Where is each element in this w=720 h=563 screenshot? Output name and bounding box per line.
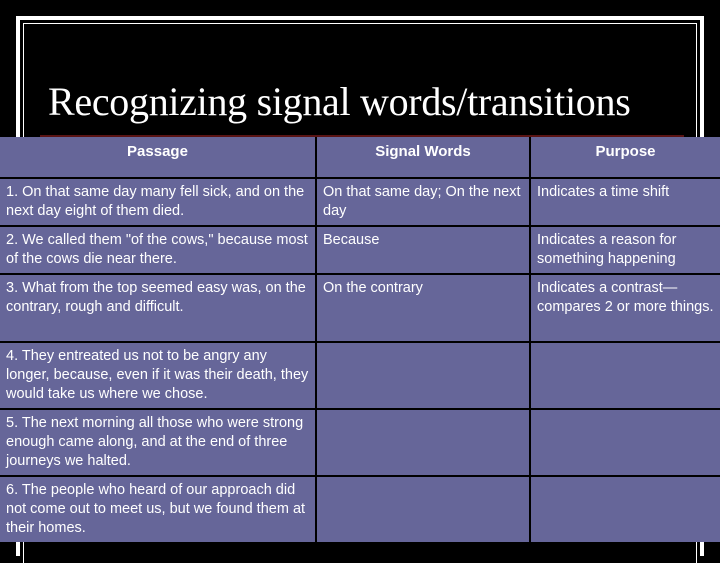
table-row: 2. We called them "of the cows," because… xyxy=(0,225,720,275)
purpose-cell: Indicates a time shift xyxy=(529,177,720,227)
signal-words-cell[interactable] xyxy=(315,408,531,477)
signal-words-cell[interactable] xyxy=(315,475,531,542)
passage-cell: 4. They entreated us not to be angry any… xyxy=(0,341,317,410)
header-passage: Passage xyxy=(0,137,317,179)
purpose-cell[interactable] xyxy=(529,408,720,477)
table-row: 6. The people who heard of our approach … xyxy=(0,475,720,542)
purpose-cell[interactable] xyxy=(529,475,720,542)
signal-words-cell: Because xyxy=(315,225,531,275)
slide-title: Recognizing signal words/transitions xyxy=(48,79,631,124)
passage-cell: 1. On that same day many fell sick, and … xyxy=(0,177,317,227)
signal-words-cell: On that same day; On the next day xyxy=(315,177,531,227)
purpose-cell[interactable] xyxy=(529,341,720,410)
table-row: 3. What from the top seemed easy was, on… xyxy=(0,273,720,343)
table-header-row: Passage Signal Words Purpose xyxy=(0,137,720,179)
passage-cell: 3. What from the top seemed easy was, on… xyxy=(0,273,317,343)
signal-words-table: Passage Signal Words Purpose 1. On that … xyxy=(0,137,720,542)
signal-words-cell: On the contrary xyxy=(315,273,531,343)
passage-cell: 6. The people who heard of our approach … xyxy=(0,475,317,542)
purpose-cell: Indicates a reason for something happeni… xyxy=(529,225,720,275)
passage-cell: 2. We called them "of the cows," because… xyxy=(0,225,317,275)
signal-words-cell[interactable] xyxy=(315,341,531,410)
purpose-cell: Indicates a contrast—compares 2 or more … xyxy=(529,273,720,343)
header-purpose: Purpose xyxy=(529,137,720,179)
table-row: 1. On that same day many fell sick, and … xyxy=(0,177,720,227)
table-row: 5. The next morning all those who were s… xyxy=(0,408,720,477)
passage-cell: 5. The next morning all those who were s… xyxy=(0,408,317,477)
table-row: 4. They entreated us not to be angry any… xyxy=(0,341,720,410)
header-signal-words: Signal Words xyxy=(315,137,531,179)
